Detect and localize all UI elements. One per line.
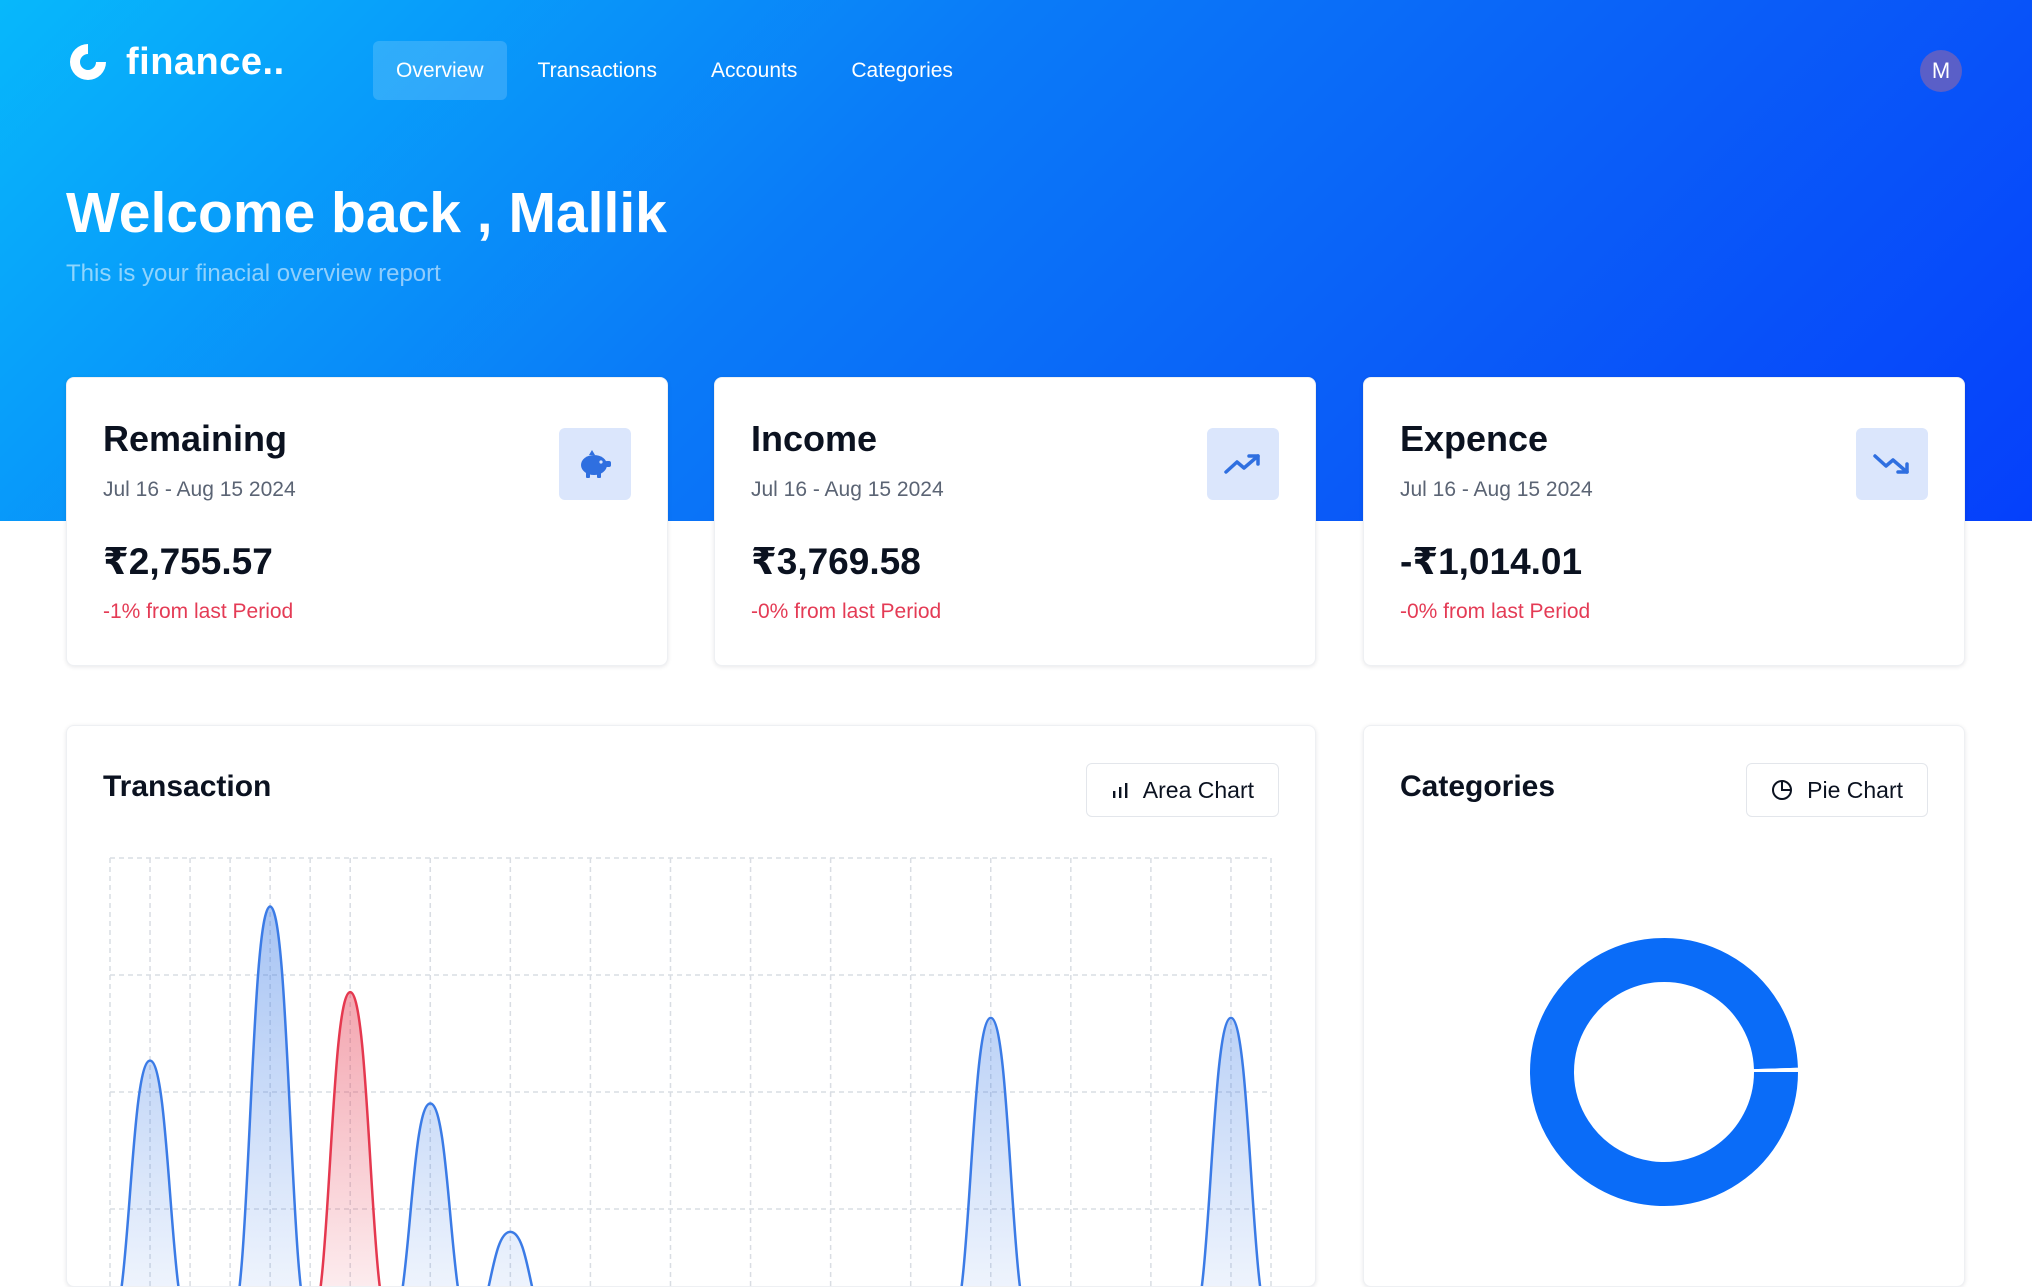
categories-donut-chart bbox=[1364, 726, 1964, 1286]
card-date: Jul 16 - Aug 15 2024 bbox=[1400, 478, 1593, 502]
card-change: -0% from last Period bbox=[751, 600, 941, 624]
card-change: -0% from last Period bbox=[1400, 600, 1590, 624]
card-title: Income bbox=[751, 418, 877, 460]
categories-panel: Categories Pie Chart bbox=[1363, 725, 1965, 1287]
expense-card: Expence Jul 16 - Aug 15 2024 -₹1,014.01 … bbox=[1363, 377, 1965, 666]
logo-text: finance.. bbox=[126, 41, 285, 84]
app-logo[interactable]: finance.. bbox=[66, 40, 285, 84]
card-title: Expence bbox=[1400, 418, 1548, 460]
card-date: Jul 16 - Aug 15 2024 bbox=[103, 478, 296, 502]
transaction-panel: Transaction Area Chart bbox=[66, 725, 1316, 1287]
logo-icon bbox=[66, 40, 110, 84]
page-title: Welcome back , Mallik bbox=[66, 180, 667, 246]
nav-item-transactions[interactable]: Transactions bbox=[515, 41, 680, 100]
top-nav: Overview Transactions Accounts Categorie… bbox=[373, 41, 976, 100]
nav-item-categories[interactable]: Categories bbox=[828, 41, 976, 100]
card-title: Remaining bbox=[103, 418, 287, 460]
card-date: Jul 16 - Aug 15 2024 bbox=[751, 478, 944, 502]
card-amount: ₹3,769.58 bbox=[751, 540, 921, 583]
nav-item-accounts[interactable]: Accounts bbox=[688, 41, 820, 100]
page-subtitle: This is your finacial overview report bbox=[66, 260, 441, 288]
nav-item-overview[interactable]: Overview bbox=[373, 41, 507, 100]
trending-up-icon bbox=[1207, 428, 1279, 500]
income-series-area bbox=[110, 907, 1271, 1286]
user-avatar[interactable]: M bbox=[1920, 50, 1962, 92]
card-amount: ₹2,755.57 bbox=[103, 540, 273, 583]
remaining-card: Remaining Jul 16 - Aug 15 2024 ₹2,755.57… bbox=[66, 377, 668, 666]
piggy-bank-icon bbox=[559, 428, 631, 500]
transaction-area-chart bbox=[67, 726, 1315, 1286]
card-amount: -₹1,014.01 bbox=[1400, 540, 1582, 583]
income-card: Income Jul 16 - Aug 15 2024 ₹3,769.58 -0… bbox=[714, 377, 1316, 666]
donut-slice bbox=[1552, 960, 1776, 1184]
card-change: -1% from last Period bbox=[103, 600, 293, 624]
trending-down-icon bbox=[1856, 428, 1928, 500]
